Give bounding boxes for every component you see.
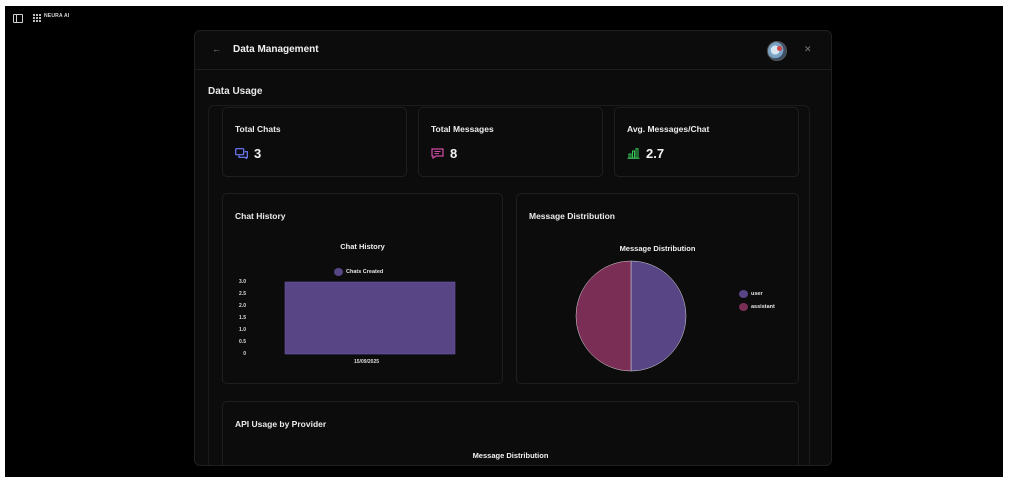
data-management-modal: ← Data Management ✕ Data Usage Total Cha… bbox=[194, 30, 832, 466]
legend-label-assistant: assistant bbox=[751, 304, 775, 310]
api-usage-card: API Usage by Provider Message Distributi… bbox=[222, 401, 799, 465]
api-usage-card-title: API Usage by Provider bbox=[235, 419, 327, 429]
legend-item-assistant: assistant bbox=[739, 303, 775, 311]
brand-name: NEURA AI bbox=[44, 13, 70, 19]
bar[interactable] bbox=[284, 281, 456, 355]
total-chats-label: Total Chats bbox=[235, 124, 281, 134]
data-usage-heading: Data Usage bbox=[208, 86, 263, 97]
chat-bubbles-icon bbox=[235, 148, 248, 159]
avg-messages-card: Avg. Messages/Chat 2.7 bbox=[614, 107, 799, 177]
legend-swatch-user bbox=[739, 290, 748, 298]
brand-logo-icon bbox=[33, 14, 41, 22]
legend-swatch-assistant bbox=[739, 303, 748, 311]
message-distribution-card: Message Distribution Message Distributio… bbox=[516, 193, 799, 384]
api-usage-chart-title: Message Distribution bbox=[472, 451, 549, 460]
chat-history-card: Chat History Chat History Chats Created … bbox=[222, 193, 503, 384]
chat-history-bar-chart bbox=[284, 281, 456, 355]
modal-title: Data Management bbox=[233, 44, 319, 55]
total-messages-value: 8 bbox=[450, 146, 458, 161]
total-chats-value: 3 bbox=[254, 146, 262, 161]
avg-messages-value: 2.7 bbox=[646, 146, 665, 161]
avatar[interactable] bbox=[767, 41, 787, 61]
pie-slice-user[interactable] bbox=[630, 260, 687, 372]
message-square-icon bbox=[431, 148, 444, 159]
total-chats-card: Total Chats 3 bbox=[222, 107, 407, 177]
sidebar-toggle-icon[interactable] bbox=[13, 14, 23, 23]
legend-item-user: user bbox=[739, 290, 763, 298]
back-arrow-icon[interactable]: ← bbox=[212, 44, 221, 54]
pie-slice-assistant[interactable] bbox=[575, 260, 632, 372]
legend-label-user: user bbox=[751, 291, 763, 297]
app-screen: NEURA AI ← Data Management ✕ Data Usage … bbox=[5, 6, 1003, 477]
bar-x-tick: 15/09/2025 bbox=[354, 359, 380, 365]
modal-header: ← Data Management ✕ bbox=[195, 31, 831, 70]
total-messages-card: Total Messages 8 bbox=[418, 107, 603, 177]
message-distribution-pie-chart bbox=[575, 260, 687, 372]
bar-chart-icon bbox=[627, 148, 640, 159]
total-messages-label: Total Messages bbox=[431, 124, 494, 134]
avg-messages-label: Avg. Messages/Chat bbox=[627, 124, 710, 134]
close-icon[interactable]: ✕ bbox=[804, 44, 812, 55]
